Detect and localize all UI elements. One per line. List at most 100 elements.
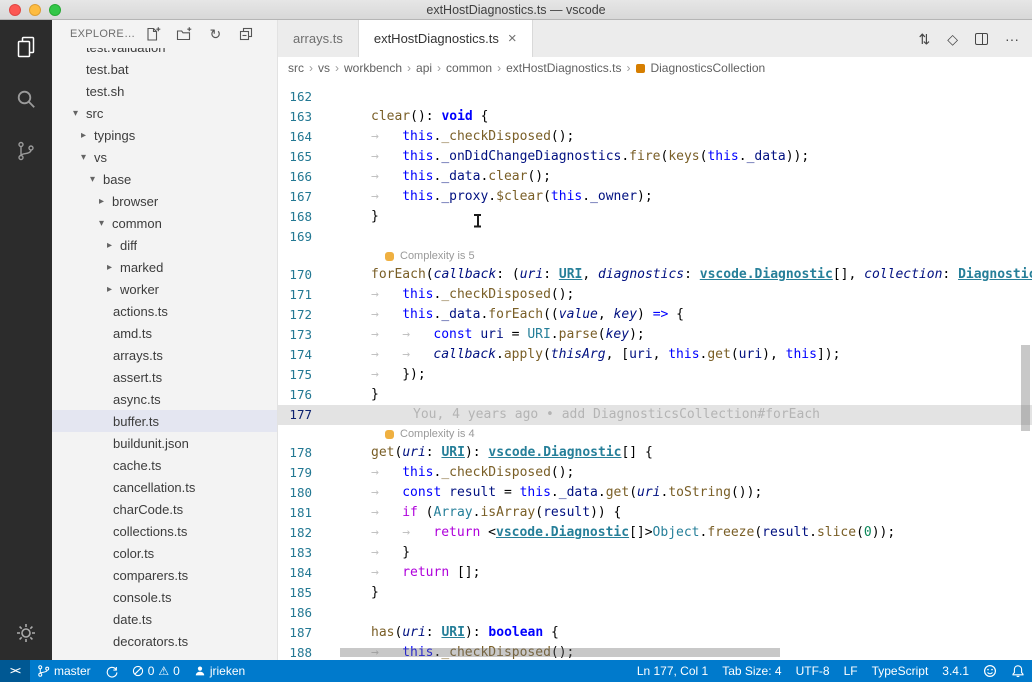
- code-line-180[interactable]: 180→const result = this._data.get(uri.to…: [278, 483, 1032, 503]
- breadcrumb-item[interactable]: extHostDiagnostics.ts: [506, 61, 621, 75]
- indentation-setting[interactable]: Tab Size: 4: [715, 660, 788, 682]
- tree-item-buffer.ts[interactable]: buffer.ts: [52, 410, 277, 432]
- typescript-version[interactable]: 3.4.1: [935, 660, 976, 682]
- tree-item-comparers.ts[interactable]: comparers.ts: [52, 564, 277, 586]
- tree-item-browser[interactable]: ▸browser: [52, 190, 277, 212]
- search-icon[interactable]: [13, 86, 39, 112]
- code-line-181[interactable]: 181→if (Array.isArray(result)) {: [278, 503, 1032, 523]
- tree-item-buildunit.json[interactable]: buildunit.json: [52, 432, 277, 454]
- tree-item-charCode.ts[interactable]: charCode.ts: [52, 498, 277, 520]
- new-folder-icon[interactable]: [176, 26, 192, 42]
- new-file-icon[interactable]: [145, 26, 161, 42]
- breadcrumb-item[interactable]: src: [288, 61, 304, 75]
- code-line-187[interactable]: 187has(uri: URI): boolean {: [278, 623, 1032, 643]
- tree-item-arrays.ts[interactable]: arrays.ts: [52, 344, 277, 366]
- tree-item-base[interactable]: ▾base: [52, 168, 277, 190]
- code-line-174[interactable]: 174→→callback.apply(thisArg, [uri, this.…: [278, 345, 1032, 365]
- code-editor[interactable]: 162163clear(): void {164→this._checkDisp…: [278, 79, 1032, 660]
- code-line-178[interactable]: 178get(uri: URI): vscode.Diagnostic[] {: [278, 443, 1032, 463]
- refresh-icon[interactable]: ↻: [207, 26, 223, 42]
- code-line-175[interactable]: 175→});: [278, 365, 1032, 385]
- code-line-173[interactable]: 173→→const uri = URI.parse(key);: [278, 325, 1032, 345]
- remote-indicator[interactable]: ><: [0, 660, 30, 682]
- tree-item-async.ts[interactable]: async.ts: [52, 388, 277, 410]
- code-line-166[interactable]: 166→this._data.clear();: [278, 167, 1032, 187]
- git-branch-indicator[interactable]: master: [30, 660, 98, 682]
- code-line-183[interactable]: 183→}: [278, 543, 1032, 563]
- zoom-window-button[interactable]: [49, 4, 61, 16]
- tree-item-test.validation[interactable]: test.validation: [52, 48, 277, 58]
- breadcrumb-item[interactable]: workbench: [344, 61, 402, 75]
- tree-item-decorators.ts[interactable]: decorators.ts: [52, 630, 277, 652]
- tree-item-date.ts[interactable]: date.ts: [52, 608, 277, 630]
- tree-item-assert.ts[interactable]: assert.ts: [52, 366, 277, 388]
- chevron-collapsed-icon: ▸: [107, 284, 120, 295]
- close-tab-icon[interactable]: ×: [508, 31, 517, 46]
- user-indicator[interactable]: jrieken: [187, 660, 252, 682]
- code-line-185[interactable]: 185}: [278, 583, 1032, 603]
- close-window-button[interactable]: [9, 4, 21, 16]
- breadcrumb-item[interactable]: vs: [318, 61, 330, 75]
- code-text: →→callback.apply(thisArg, [uri, this.get…: [312, 345, 1032, 365]
- codelens[interactable]: Complexity is 4: [278, 425, 1032, 443]
- explorer-section-header[interactable]: EXPLORE… ↻: [52, 20, 277, 48]
- tree-item-cancellation.ts[interactable]: cancellation.ts: [52, 476, 277, 498]
- code-line-177[interactable]: 177You, 4 years ago • add DiagnosticsCol…: [278, 405, 1032, 425]
- source-control-icon[interactable]: [13, 138, 39, 164]
- code-line-171[interactable]: 171→this._checkDisposed();: [278, 285, 1032, 305]
- tree-item-marked[interactable]: ▸marked: [52, 256, 277, 278]
- tree-item-collections.ts[interactable]: collections.ts: [52, 520, 277, 542]
- code-line-186[interactable]: 186: [278, 603, 1032, 623]
- tree-item-src[interactable]: ▾src: [52, 102, 277, 124]
- code-line-167[interactable]: 167→this._proxy.$clear(this._owner);: [278, 187, 1032, 207]
- split-editor-icon[interactable]: [975, 33, 988, 45]
- code-line-172[interactable]: 172→this._data.forEach((value, key) => {: [278, 305, 1032, 325]
- code-line-179[interactable]: 179→this._checkDisposed();: [278, 463, 1032, 483]
- tree-item-color.ts[interactable]: color.ts: [52, 542, 277, 564]
- horizontal-scrollbar[interactable]: [340, 648, 780, 657]
- vertical-scrollbar[interactable]: [1021, 345, 1030, 431]
- code-line-162[interactable]: 162: [278, 87, 1032, 107]
- cursor-position[interactable]: Ln 177, Col 1: [630, 660, 715, 682]
- gitlens-diamond-icon[interactable]: ◇: [947, 32, 958, 46]
- encoding[interactable]: UTF-8: [789, 660, 837, 682]
- tree-item-amd.ts[interactable]: amd.ts: [52, 322, 277, 344]
- tree-item-vs[interactable]: ▾vs: [52, 146, 277, 168]
- tree-item-common[interactable]: ▾common: [52, 212, 277, 234]
- tree-item-diff[interactable]: ▸diff: [52, 234, 277, 256]
- tree-item-cache.ts[interactable]: cache.ts: [52, 454, 277, 476]
- feedback-smiley-button[interactable]: [976, 660, 1004, 682]
- breadcrumb-item[interactable]: api: [416, 61, 432, 75]
- explorer-icon[interactable]: [13, 34, 39, 60]
- code-line-164[interactable]: 164→this._checkDisposed();: [278, 127, 1032, 147]
- codelens[interactable]: Complexity is 5: [278, 247, 1032, 265]
- code-line-182[interactable]: 182→→return <vscode.Diagnostic[]>Object.…: [278, 523, 1032, 543]
- tree-item-worker[interactable]: ▸worker: [52, 278, 277, 300]
- code-line-169[interactable]: 169: [278, 227, 1032, 247]
- tree-item-typings[interactable]: ▸typings: [52, 124, 277, 146]
- swap-icon[interactable]: ⇅: [918, 32, 930, 46]
- code-line-165[interactable]: 165→this._onDidChangeDiagnostics.fire(ke…: [278, 147, 1032, 167]
- problems-indicator[interactable]: 0 ⚠ 0: [125, 660, 187, 682]
- breadcrumb-item[interactable]: common: [446, 61, 492, 75]
- code-line-170[interactable]: 170forEach(callback: (uri: URI, diagnost…: [278, 265, 1032, 285]
- notifications-bell-button[interactable]: [1004, 660, 1032, 682]
- tab-arrays.ts[interactable]: arrays.ts: [278, 20, 359, 57]
- code-line-184[interactable]: 184→return [];: [278, 563, 1032, 583]
- tree-item-actions.ts[interactable]: actions.ts: [52, 300, 277, 322]
- code-line-176[interactable]: 176}: [278, 385, 1032, 405]
- more-actions-icon[interactable]: ···: [1005, 32, 1019, 46]
- tab-extHostDiagnostics.ts[interactable]: extHostDiagnostics.ts×: [359, 20, 533, 57]
- settings-gear-icon[interactable]: [13, 620, 39, 646]
- tree-item-console.ts[interactable]: console.ts: [52, 586, 277, 608]
- tree-item-test.sh[interactable]: test.sh: [52, 80, 277, 102]
- code-line-168[interactable]: 168}: [278, 207, 1032, 227]
- language-mode[interactable]: TypeScript: [865, 660, 936, 682]
- eol-setting[interactable]: LF: [837, 660, 865, 682]
- collapse-all-icon[interactable]: [238, 26, 254, 42]
- sync-button[interactable]: [98, 660, 125, 682]
- breadcrumb-symbol[interactable]: DiagnosticsCollection: [650, 61, 765, 75]
- tree-item-test.bat[interactable]: test.bat: [52, 58, 277, 80]
- minimize-window-button[interactable]: [29, 4, 41, 16]
- code-line-163[interactable]: 163clear(): void {: [278, 107, 1032, 127]
